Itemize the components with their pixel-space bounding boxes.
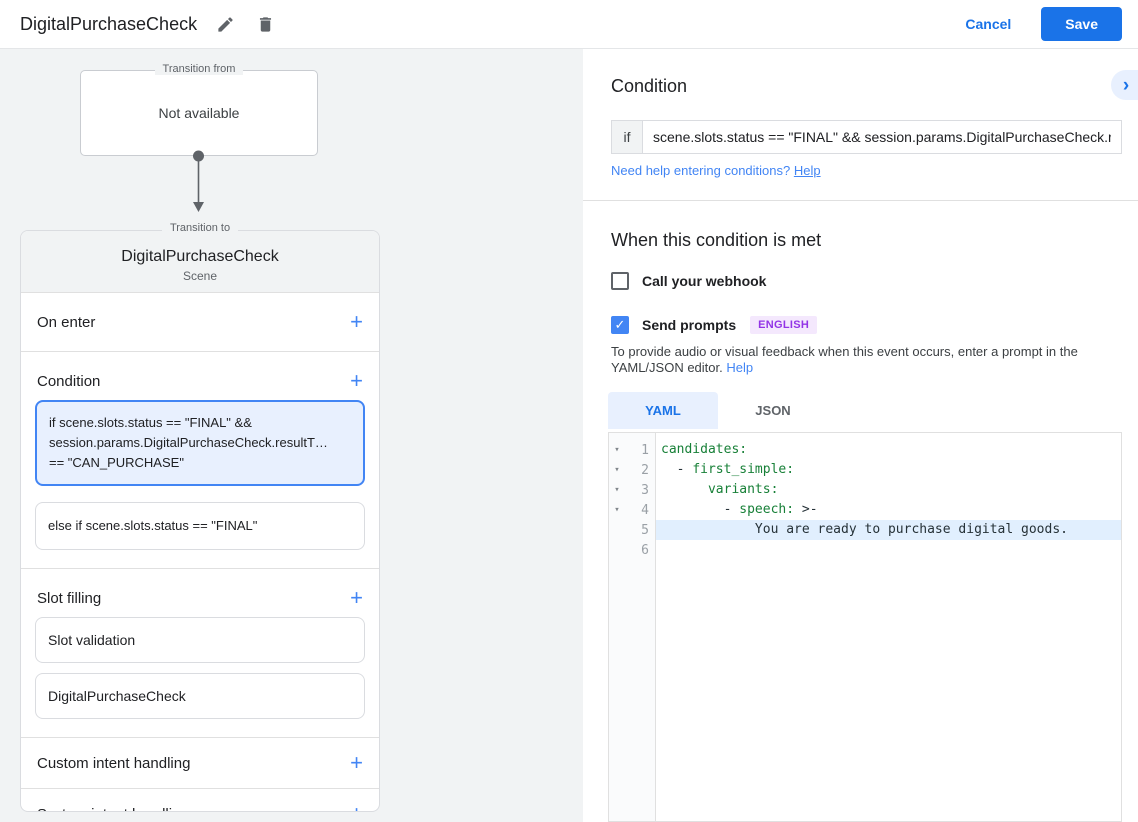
prompt-hint-help-link[interactable]: Help xyxy=(726,360,753,375)
code-line: candidates: xyxy=(661,442,748,457)
yaml-editor: ▾ 1 ▾ 2 ▾ 3 ▾ 4 5 6 candidates: - first_simp… xyxy=(608,432,1122,822)
tab-json[interactable]: JSON xyxy=(718,392,828,429)
on-enter-label: On enter xyxy=(37,313,96,331)
section-condition: Condition + if scene.slots.status == "FI… xyxy=(21,352,379,569)
flow-panel: Transition from Not available Transition… xyxy=(0,49,583,822)
code-line: - speech: >- xyxy=(661,502,818,517)
fold-toggle[interactable]: ▾ xyxy=(609,505,625,515)
line-number: 1 xyxy=(641,442,649,458)
flow-arrow-icon xyxy=(193,150,204,212)
add-condition-button[interactable]: + xyxy=(350,370,363,392)
code-line-highlighted: You are ready to purchase digital goods. xyxy=(656,520,1121,540)
chevron-right-icon: › xyxy=(1122,74,1130,96)
panel-divider xyxy=(583,200,1138,201)
trash-icon[interactable] xyxy=(253,12,277,36)
send-prompts-row: ✓ Send prompts ENGLISH xyxy=(611,316,818,334)
line-number: 6 xyxy=(641,542,649,558)
collapse-panel-button[interactable]: › xyxy=(1111,70,1138,100)
condition-expression-input[interactable] xyxy=(642,120,1122,154)
transition-from-content: Not available xyxy=(158,105,240,121)
scene-subtitle: Scene xyxy=(182,269,218,283)
code-line: - first_simple: xyxy=(661,462,795,477)
conditions-help-text: Need help entering conditions? Help xyxy=(611,163,821,178)
webhook-checkbox[interactable] xyxy=(611,272,629,290)
webhook-row: Call your webhook xyxy=(611,272,766,290)
condition-card-selected[interactable]: if scene.slots.status == "FINAL" && sess… xyxy=(35,400,365,486)
fold-toggle[interactable]: ▾ xyxy=(609,445,625,455)
section-on-enter: On enter + xyxy=(21,293,379,352)
send-prompts-label: Send prompts xyxy=(642,317,737,333)
slot-filling-label: Slot filling xyxy=(37,589,102,607)
add-system-intent-button[interactable]: + xyxy=(350,803,363,812)
transition-to-label: Transition to xyxy=(20,222,380,234)
code-line: variants: xyxy=(707,482,779,497)
prompt-hint-text: To provide audio or visual feedback when… xyxy=(611,344,1078,375)
conditions-help-link[interactable]: Help xyxy=(794,163,821,178)
scene-card: DigitalPurchaseCheck Scene On enter + Co… xyxy=(20,230,380,812)
condition-met-heading: When this condition is met xyxy=(611,230,822,250)
line-number: 4 xyxy=(641,502,649,518)
condition-detail-panel: Condition › if Need help entering condit… xyxy=(583,49,1138,822)
section-slot-filling: Slot filling + Slot validation DigitalPu… xyxy=(21,569,379,738)
add-custom-intent-button[interactable]: + xyxy=(350,752,363,774)
condition-expression-row: if xyxy=(611,120,1122,154)
section-system-intent: System intent handling + xyxy=(21,789,379,812)
slot-card[interactable]: DigitalPurchaseCheck xyxy=(35,673,365,719)
fold-toggle[interactable]: ▾ xyxy=(609,465,625,475)
edit-icon[interactable] xyxy=(213,12,237,36)
send-prompts-checkbox[interactable]: ✓ xyxy=(611,316,629,334)
fold-toggle[interactable]: ▾ xyxy=(609,485,625,495)
if-prefix-label: if xyxy=(611,120,642,154)
cancel-button[interactable]: Cancel xyxy=(949,8,1027,40)
page-title: DigitalPurchaseCheck xyxy=(20,13,198,34)
add-slot-button[interactable]: + xyxy=(350,587,363,609)
custom-intent-label: Custom intent handling xyxy=(37,754,191,772)
top-bar: DigitalPurchaseCheck Cancel Save xyxy=(0,0,1138,49)
scene-card-wrap: Transition to DigitalPurchaseCheck Scene… xyxy=(20,222,380,812)
scene-title: DigitalPurchaseCheck xyxy=(121,248,279,265)
save-button[interactable]: Save xyxy=(1041,7,1122,41)
tab-yaml[interactable]: YAML xyxy=(608,392,718,429)
webhook-label: Call your webhook xyxy=(642,273,767,289)
editor-gutter: ▾ 1 ▾ 2 ▾ 3 ▾ 4 5 6 xyxy=(609,433,656,821)
transition-from-box: Transition from Not available xyxy=(80,63,318,156)
condition-label: Condition xyxy=(37,372,101,390)
check-icon: ✓ xyxy=(614,317,626,332)
line-number: 3 xyxy=(641,482,649,498)
code-area[interactable]: candidates: - first_simple: variants: - … xyxy=(656,433,1121,821)
condition-card[interactable]: else if scene.slots.status == "FINAL" xyxy=(35,502,365,550)
scene-header: DigitalPurchaseCheck Scene xyxy=(21,231,379,293)
panel-title: Condition xyxy=(611,76,688,96)
section-custom-intent: Custom intent handling + xyxy=(21,738,379,789)
language-badge: ENGLISH xyxy=(750,316,818,334)
line-number: 2 xyxy=(641,462,649,478)
slot-validation-card[interactable]: Slot validation xyxy=(35,617,365,663)
system-intent-label: System intent handling xyxy=(37,806,189,812)
add-on-enter-button[interactable]: + xyxy=(350,311,363,333)
line-number: 5 xyxy=(641,522,649,538)
editor-tabs: YAML JSON xyxy=(608,392,828,429)
